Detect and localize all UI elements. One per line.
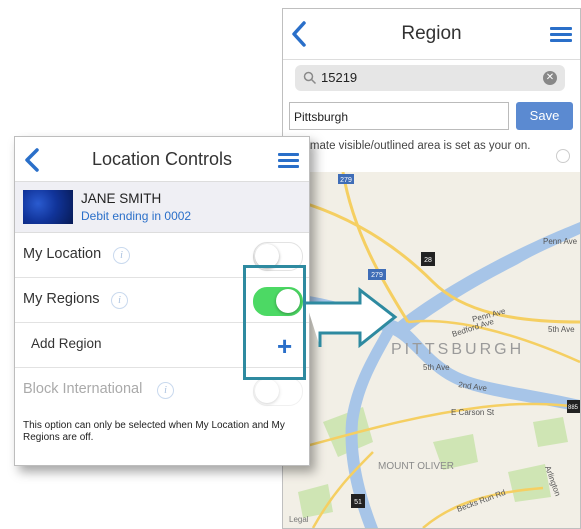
hamburger-menu-icon[interactable] xyxy=(550,27,572,42)
page-title: Location Controls xyxy=(91,149,233,169)
block-international-toggle[interactable] xyxy=(253,377,303,406)
map-label-fifth-ave-right: 5th Ave xyxy=(548,325,575,334)
search-icon xyxy=(303,71,317,85)
clear-icon[interactable]: ✕ xyxy=(543,71,557,85)
region-screen: Region 15219 ✕ Pittsburgh Save proximate… xyxy=(282,8,581,529)
info-icon[interactable]: i xyxy=(111,292,128,309)
page-title: Region xyxy=(401,23,462,44)
region-header: Region xyxy=(283,9,580,60)
search-bar[interactable]: 15219 ✕ xyxy=(295,65,565,91)
location-controls-header: Location Controls xyxy=(15,137,309,182)
option-note: This option can only be selected when My… xyxy=(23,420,285,443)
card-summary: JANE SMITH Debit ending in 0002 xyxy=(15,182,309,233)
region-name-field[interactable]: Pittsburgh xyxy=(289,102,509,130)
row-label: Add Region xyxy=(31,336,102,351)
map-legal-link: Legal xyxy=(289,515,309,524)
cardholder-name: JANE SMITH xyxy=(81,191,162,206)
info-icon xyxy=(556,149,570,163)
search-input[interactable]: 15219 xyxy=(321,70,357,85)
svg-text:279: 279 xyxy=(340,177,352,184)
callout-highlight-box xyxy=(243,265,306,380)
save-button[interactable]: Save xyxy=(516,102,573,130)
hamburger-menu-icon[interactable] xyxy=(278,153,299,168)
info-icon[interactable]: i xyxy=(113,247,130,264)
map-label-penn-ave-right: Penn Ave xyxy=(543,237,578,246)
card-image xyxy=(23,190,73,224)
card-debit-text: Debit ending in 0002 xyxy=(81,209,192,223)
svg-text:51: 51 xyxy=(354,499,362,506)
highway-shield-icon: 28 xyxy=(421,252,435,266)
info-icon[interactable]: i xyxy=(157,382,174,399)
highway-shield-icon: 885 xyxy=(567,400,580,413)
map-label-e-carson-st: E Carson St xyxy=(451,408,495,417)
map-label-fifth-ave: 5th Ave xyxy=(423,363,450,372)
row-label: My Regions xyxy=(23,291,100,307)
svg-text:885: 885 xyxy=(568,405,579,411)
map-label-city: PITTSBURGH xyxy=(391,341,524,358)
highway-shield-icon: 279 xyxy=(338,174,354,184)
hint-text: proximate visible/outlined area is set a… xyxy=(285,140,531,152)
svg-text:28: 28 xyxy=(424,257,432,264)
row-label: Block International xyxy=(23,381,143,397)
callout-arrow-icon xyxy=(306,286,398,349)
map-label-mount-oliver: MOUNT OLIVER xyxy=(378,461,454,472)
row-label: My Location xyxy=(23,246,102,262)
highway-shield-icon: 51 xyxy=(351,494,365,508)
